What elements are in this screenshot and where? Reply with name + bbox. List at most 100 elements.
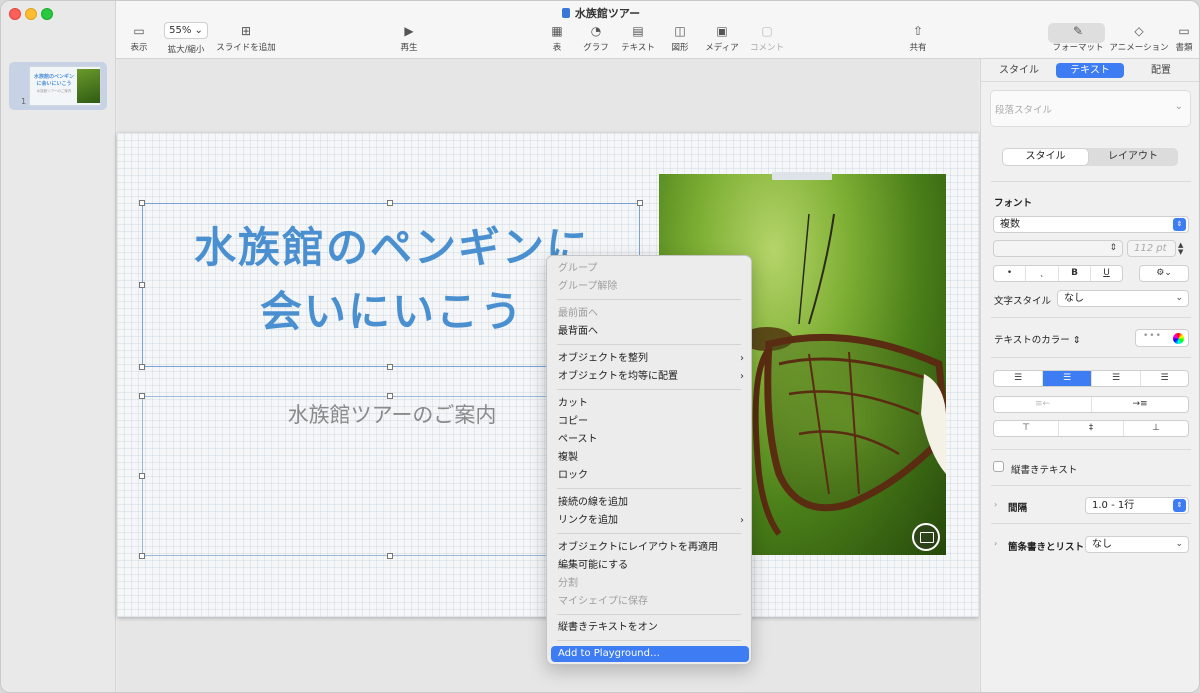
add-slide-button[interactable]: ⊞ スライドを追加 xyxy=(215,24,277,54)
align-left-icon[interactable]: ☰ xyxy=(994,371,1043,386)
menu-item-save-to-my-shapes[interactable]: マイシェイプに保存 xyxy=(558,594,744,610)
menu-item-duplicate[interactable]: 複製 xyxy=(558,450,744,466)
align-bottom-icon[interactable]: ⊥ xyxy=(1124,421,1188,436)
bullets-select[interactable]: なし ⌄ xyxy=(1085,536,1189,553)
menu-item-add-link[interactable]: リンクを追加 › xyxy=(558,513,744,529)
tab-style[interactable]: スタイル xyxy=(995,63,1043,78)
italic-button[interactable]: ˎ xyxy=(1026,266,1059,281)
title-handle-tl[interactable] xyxy=(139,200,145,206)
title-handle-tr[interactable] xyxy=(637,200,643,206)
vertical-text-checkbox[interactable] xyxy=(993,461,1004,472)
subtitle-handle-tm[interactable] xyxy=(387,393,393,399)
play-button[interactable]: ▶ 再生 xyxy=(397,25,421,54)
decrease-indent-icon[interactable]: ≡← xyxy=(994,397,1092,412)
align-center-icon[interactable]: ☰ xyxy=(1043,371,1092,386)
disclosure-triangle-icon[interactable]: › xyxy=(994,539,997,548)
tab-text[interactable]: テキスト xyxy=(1056,63,1124,78)
slide-thumbnail-selected[interactable]: 1 水族館のペンギンに会いにいこう 水族館ツアーのご案内 xyxy=(9,62,107,110)
add-slide-icon: ⊞ xyxy=(240,24,252,38)
table-button[interactable]: ▦ 表 xyxy=(549,25,565,54)
chart-button[interactable]: ◔ グラフ xyxy=(583,25,609,54)
title-handle-bm[interactable] xyxy=(387,364,393,370)
font-size-value: 112 pt xyxy=(1134,243,1167,254)
chevron-right-icon: › xyxy=(740,371,744,382)
font-family-select[interactable]: 複数 ⇕ xyxy=(993,216,1189,233)
up-down-arrows-icon: ⇕ xyxy=(1173,499,1186,512)
menu-item-send-to-back[interactable]: 最背面へ xyxy=(558,324,744,340)
title-handle-bl[interactable] xyxy=(139,364,145,370)
menu-item-add-to-playground[interactable]: Add to Playground… xyxy=(551,646,749,662)
menu-item-label: 編集可能にする xyxy=(558,560,629,571)
increase-indent-icon[interactable]: →≡ xyxy=(1092,397,1188,412)
keynote-window: 水族館ツアー ▭ 表示 55% ⌄ 拡大/縮小 ⊞ スライドを追加 ▶ 再生 ▦… xyxy=(0,0,1200,693)
shape-button[interactable]: ◫ 図形 xyxy=(669,25,691,54)
bullet-button[interactable]: • xyxy=(994,266,1026,281)
menu-item-align-objects[interactable]: オブジェクトを整列 › xyxy=(558,351,744,367)
media-icon: ▣ xyxy=(716,24,728,38)
font-size-stepper[interactable]: ▲ ▼ xyxy=(1178,242,1187,256)
tab-arrange[interactable]: 配置 xyxy=(1141,63,1181,78)
replace-image-icon[interactable] xyxy=(912,523,940,551)
menu-item-group[interactable]: グループ xyxy=(558,261,744,277)
bold-button[interactable]: B xyxy=(1059,266,1091,281)
menu-item-make-editable[interactable]: 編集可能にする xyxy=(558,558,744,574)
share-icon: ⇧ xyxy=(912,24,924,38)
menu-item-copy[interactable]: コピー xyxy=(558,414,744,430)
text-options-button[interactable]: ⚙⌄ xyxy=(1139,265,1189,282)
menu-item-bring-to-front[interactable]: 最前面へ xyxy=(558,306,744,322)
comment-button[interactable]: ▢ コメント xyxy=(749,25,785,54)
font-size-field[interactable]: 112 pt xyxy=(1127,240,1176,257)
subtitle-text-box[interactable]: 水族館ツアーのご案内 xyxy=(142,396,566,556)
animate-button[interactable]: ◇ アニメーション xyxy=(1109,25,1169,54)
text-box-icon: ▤ xyxy=(632,24,644,38)
menu-item-lock[interactable]: ロック xyxy=(558,468,744,484)
subtitle-handle-ml[interactable] xyxy=(139,473,145,479)
menu-item-split[interactable]: 分割 xyxy=(558,576,744,592)
up-down-arrows-icon: ⇕ xyxy=(1173,218,1186,231)
align-top-icon[interactable]: ⊤ xyxy=(994,421,1059,436)
menu-item-reapply-layout[interactable]: オブジェクトにレイアウトを再適用 xyxy=(558,540,744,556)
color-wheel-icon[interactable] xyxy=(1173,333,1184,344)
menu-item-cut[interactable]: カット xyxy=(558,396,744,412)
divider xyxy=(991,317,1191,318)
text-color-well[interactable]: ••• xyxy=(1135,329,1189,347)
subtab-style[interactable]: スタイル xyxy=(1003,149,1088,165)
subtab-layout[interactable]: レイアウト xyxy=(1090,149,1176,165)
subtitle-handle-tl[interactable] xyxy=(139,393,145,399)
align-middle-icon[interactable]: ‡ xyxy=(1059,421,1124,436)
menu-item-ungroup[interactable]: グループ解除 xyxy=(558,279,744,295)
font-weight-select[interactable]: ⇕ xyxy=(993,240,1123,257)
underline-button[interactable]: U xyxy=(1091,266,1122,281)
menu-item-distribute-objects[interactable]: オブジェクトを均等に配置 › xyxy=(558,369,744,385)
document-button[interactable]: ▭ 書類 xyxy=(1173,25,1195,54)
title-handle-ml[interactable] xyxy=(139,282,145,288)
character-style-value: なし xyxy=(1064,293,1084,304)
inspector-tabs: スタイル テキスト 配置 xyxy=(981,59,1199,81)
menu-item-add-connection-line[interactable]: 接続の線を追加 xyxy=(558,495,744,511)
menu-item-vertical-text-on[interactable]: 縦書きテキストをオン xyxy=(558,620,744,636)
share-button[interactable]: ⇧ 共有 xyxy=(907,24,929,54)
share-label: 共有 xyxy=(909,43,927,53)
chevron-right-icon: › xyxy=(740,515,744,526)
format-button[interactable]: ✎ フォーマット xyxy=(1052,25,1104,54)
media-button[interactable]: ▣ メディア xyxy=(703,24,741,54)
divider xyxy=(991,485,1191,486)
subtitle-handle-bm[interactable] xyxy=(387,553,393,559)
title-handle-tm[interactable] xyxy=(387,200,393,206)
menu-item-label: リンクを追加 xyxy=(558,515,618,526)
zoom-select[interactable]: 55% ⌄ xyxy=(164,22,208,39)
paragraph-style-select[interactable]: 段落スタイル ⌄ xyxy=(990,90,1191,127)
subtitle-handle-bl[interactable] xyxy=(139,553,145,559)
slide-thumbnail[interactable]: 水族館のペンギンに会いにいこう 水族館ツアーのご案内 xyxy=(29,66,101,106)
justify-icon[interactable]: ☰ xyxy=(1141,371,1188,386)
disclosure-triangle-icon[interactable]: › xyxy=(994,500,997,509)
zoom-control[interactable]: 55% ⌄ 拡大/縮小 xyxy=(163,22,209,55)
menu-item-label: オブジェクトを均等に配置 xyxy=(558,371,678,382)
align-right-icon[interactable]: ☰ xyxy=(1092,371,1141,386)
view-button[interactable]: ▭ 表示 xyxy=(129,25,149,54)
character-style-select[interactable]: なし ⌄ xyxy=(1057,290,1189,307)
spacing-select[interactable]: 1.0 - 1行 ⇕ xyxy=(1085,497,1189,514)
text-button[interactable]: ▤ テキスト xyxy=(620,24,656,54)
menu-item-paste[interactable]: ペースト xyxy=(558,432,744,448)
photo-tab xyxy=(772,172,832,180)
